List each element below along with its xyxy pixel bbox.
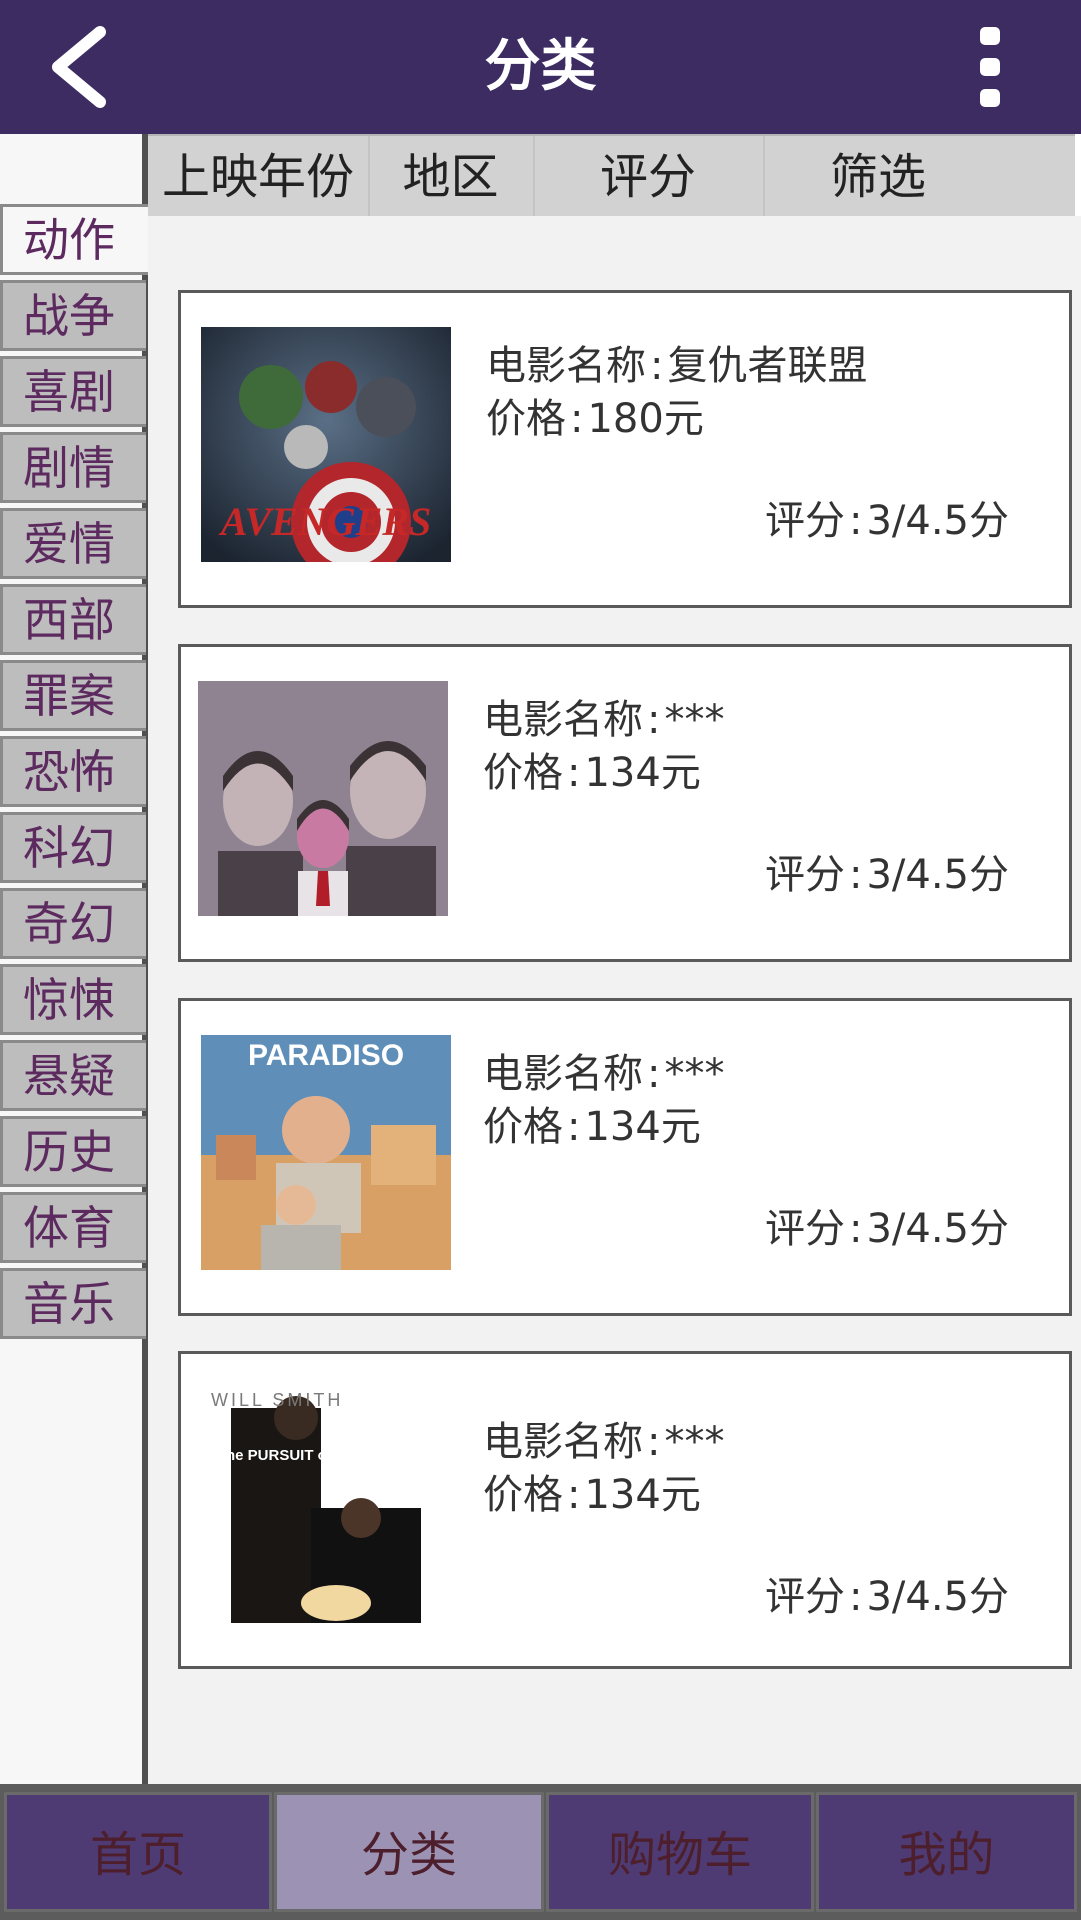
- movie-rating: 评分:3/4.5分: [764, 1206, 1009, 1252]
- category-item-fantasy[interactable]: 奇幻: [0, 888, 146, 959]
- filter-tab-region[interactable]: 地区: [368, 136, 535, 216]
- category-item-crime[interactable]: 罪案: [0, 660, 146, 731]
- movie-poster: AVENGERS: [201, 327, 451, 562]
- category-item-western[interactable]: 西部: [0, 584, 146, 655]
- movie-card[interactable]: PARADISO 电影名称: *** 价格:134元 评分:3/4.5分: [178, 998, 1072, 1316]
- movie-poster: [198, 681, 448, 916]
- movie-card[interactable]: AVENGERS 电影名称: 复仇者联盟 价格:180元 评分:3/4.5分: [178, 290, 1072, 608]
- more-vert-icon: [980, 27, 1000, 107]
- nav-home[interactable]: 首页: [4, 1792, 272, 1912]
- category-item-drama[interactable]: 剧情: [0, 432, 146, 503]
- movie-name: 电影名称: ***: [483, 697, 725, 743]
- category-item-comedy[interactable]: 喜剧: [0, 356, 146, 427]
- app-bar: 分类: [0, 0, 1081, 134]
- movie-price: 价格:180元: [486, 396, 704, 442]
- movie-rating: 评分:3/4.5分: [764, 498, 1009, 544]
- page-title: 分类: [484, 34, 597, 99]
- category-item-scifi[interactable]: 科幻: [0, 812, 146, 883]
- bottom-navigation: 首页 分类 购物车 我的: [0, 1784, 1081, 1920]
- category-item-war[interactable]: 战争: [0, 280, 146, 351]
- movie-card[interactable]: WILL SMITH the PURSUIT of HAPPYNESS 电影名称…: [178, 1351, 1072, 1669]
- nav-cart[interactable]: 购物车: [546, 1792, 814, 1912]
- category-item-history[interactable]: 历史: [0, 1116, 146, 1187]
- category-item-thriller[interactable]: 惊悚: [0, 964, 146, 1035]
- movie-card[interactable]: 电影名称: *** 价格:134元 评分:3/4.5分: [178, 644, 1072, 962]
- category-item-romance[interactable]: 爱情: [0, 508, 146, 579]
- category-item-mystery[interactable]: 悬疑: [0, 1040, 146, 1111]
- category-sidebar: 动作 战争 喜剧 剧情 爱情 西部 罪案 恐怖 科幻 奇幻 惊悚 悬疑 历史 体…: [0, 134, 148, 1784]
- movie-price: 价格:134元: [483, 1104, 701, 1150]
- movie-poster: WILL SMITH the PURSUIT of HAPPYNESS: [201, 1388, 451, 1623]
- movie-rating: 评分:3/4.5分: [764, 1574, 1009, 1620]
- category-item-music[interactable]: 音乐: [0, 1268, 146, 1339]
- category-item-action[interactable]: 动作: [0, 204, 148, 275]
- movie-name: 电影名称: ***: [483, 1419, 725, 1465]
- movie-name: 电影名称: 复仇者联盟: [486, 343, 868, 389]
- movie-list: AVENGERS 电影名称:复仇者联盟 价格:180元 评分:3/4.5分 电: [148, 216, 1081, 1784]
- movie-price: 价格:134元: [483, 750, 701, 796]
- movie-name: 电影名称: ***: [483, 1051, 725, 1097]
- filter-bar: 上映年份 地区 评分 筛选: [148, 134, 1075, 216]
- nav-category[interactable]: 分类: [274, 1792, 544, 1912]
- more-button[interactable]: [966, 22, 1016, 112]
- movie-rating: 评分:3/4.5分: [764, 852, 1009, 898]
- nav-profile[interactable]: 我的: [816, 1792, 1077, 1912]
- category-item-horror[interactable]: 恐怖: [0, 736, 146, 807]
- poster-title-text: AVENGERS: [218, 499, 431, 544]
- poster-title-text: PARADISO: [248, 1039, 404, 1072]
- category-item-sports[interactable]: 体育: [0, 1192, 146, 1263]
- filter-tab-release-year[interactable]: 上映年份: [148, 136, 370, 216]
- filter-tab-filter[interactable]: 筛选: [763, 136, 993, 216]
- filter-tab-rating[interactable]: 评分: [533, 136, 765, 216]
- movie-poster: PARADISO: [201, 1035, 451, 1270]
- movie-price: 价格:134元: [483, 1472, 701, 1518]
- category-list: 动作 战争 喜剧 剧情 爱情 西部 罪案 恐怖 科幻 奇幻 惊悚 悬疑 历史 体…: [0, 204, 148, 1344]
- poster-subtitle-text: the PURSUIT of HAPPYNESS: [221, 1447, 429, 1464]
- poster-title-text: WILL SMITH: [211, 1390, 343, 1410]
